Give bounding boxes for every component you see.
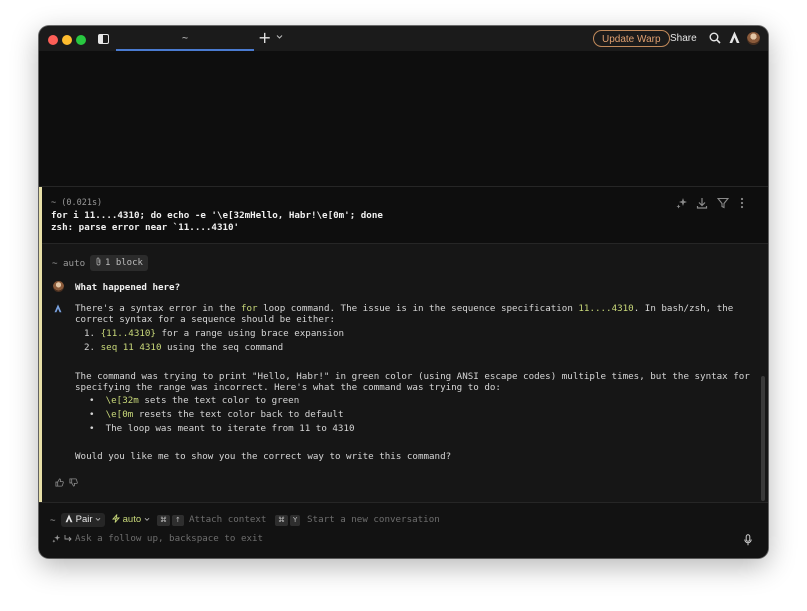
attached-block-label: 1 block (105, 258, 143, 268)
filter-icon[interactable] (717, 197, 729, 209)
model-label: auto (122, 514, 142, 525)
ai-answer-paragraph-1-line-2: correct syntax for a sequence should be … (75, 314, 335, 325)
context-mode: auto (63, 258, 86, 269)
tab-home[interactable]: ~ (116, 26, 254, 51)
user-question: What happened here? (75, 282, 181, 293)
block-error-output: zsh: parse error near `11....4310' (51, 222, 240, 233)
title-bar: ~ + Update Warp Share (39, 26, 768, 51)
warp-ai-icon[interactable] (729, 31, 740, 44)
more-icon[interactable] (739, 197, 745, 209)
bullet-item: • \e[32m sets the text color to green (89, 395, 300, 406)
chevron-down-icon[interactable] (276, 34, 283, 40)
block-meta: ~ (0.021s) (51, 198, 103, 208)
new-conversation-hint[interactable]: Start a new conversation (307, 514, 440, 525)
new-tab-button[interactable]: + (258, 29, 271, 47)
ai-answer-paragraph-2: The command was trying to print "Hello, … (75, 371, 750, 382)
context-prefix: ~ (52, 258, 58, 269)
key-up: ↑ (172, 515, 184, 526)
avatar[interactable] (747, 32, 760, 45)
list-item: 2. seq 11 4310 using the seq command (84, 342, 284, 353)
sparkles-icon (52, 534, 61, 543)
sparkles-icon[interactable] (676, 197, 688, 209)
download-icon[interactable] (696, 197, 708, 209)
terminal-window: ~ + Update Warp Share ~ (0.021s) for i 1… (39, 26, 768, 558)
search-icon[interactable] (709, 32, 721, 44)
chevron-down-icon (144, 517, 150, 521)
model-selector[interactable]: auto (109, 513, 153, 527)
update-warp-button[interactable]: Update Warp (593, 30, 670, 47)
close-window-button[interactable] (48, 35, 58, 45)
attach-context-hint[interactable]: Attach context (189, 514, 266, 525)
thumbs-down-icon[interactable] (69, 478, 78, 487)
scrollbar[interactable] (761, 376, 765, 501)
chevron-down-icon (95, 517, 101, 521)
bullet-item: • The loop was meant to iterate from 11 … (89, 423, 355, 434)
ai-answer-paragraph-3: Would you like me to show you the correc… (75, 451, 452, 462)
paperclip-icon (96, 257, 101, 266)
terminal-scrollback (39, 51, 768, 186)
tab-title: ~ (181, 33, 189, 44)
list-item: 1. {11..4310} for a range using brace ex… (84, 328, 345, 339)
minimize-window-button[interactable] (62, 35, 72, 45)
pair-mode-selector[interactable]: Pair (61, 513, 106, 527)
reply-arrow-icon (64, 535, 72, 542)
block-command: for i 11....4310; do echo -e '\e[32mHell… (51, 210, 383, 221)
key-cmd: ⌘ (157, 515, 170, 526)
microphone-icon[interactable] (744, 534, 752, 546)
block-selection-bar (39, 187, 42, 245)
input-area (39, 502, 768, 558)
attached-block-chip[interactable]: 1 block (90, 255, 148, 271)
ai-answer-paragraph-2-line-2: specifying the range was incorrect. Here… (75, 382, 501, 393)
pair-mode-label: Pair (75, 514, 93, 525)
warp-ai-icon (65, 514, 73, 523)
follow-up-input[interactable] (75, 531, 675, 545)
ai-selection-bar (39, 244, 42, 502)
bullet-item: • \e[0m resets the text color back to de… (89, 409, 344, 420)
share-button[interactable]: Share (670, 31, 697, 46)
sidebar-icon[interactable] (98, 34, 109, 44)
command-block[interactable]: ~ (0.021s) for i 11....4310; do echo -e … (39, 186, 768, 245)
zoom-window-button[interactable] (76, 35, 86, 45)
ai-answer-paragraph-1: There's a syntax error in the for loop c… (75, 303, 734, 314)
warp-ai-icon (54, 304, 62, 313)
lightning-icon (111, 514, 121, 523)
thumbs-up-icon[interactable] (55, 478, 64, 487)
key-y: Y (290, 515, 301, 526)
user-avatar (53, 281, 64, 292)
input-prefix: ~ (50, 515, 56, 526)
key-cmd: ⌘ (275, 515, 288, 526)
